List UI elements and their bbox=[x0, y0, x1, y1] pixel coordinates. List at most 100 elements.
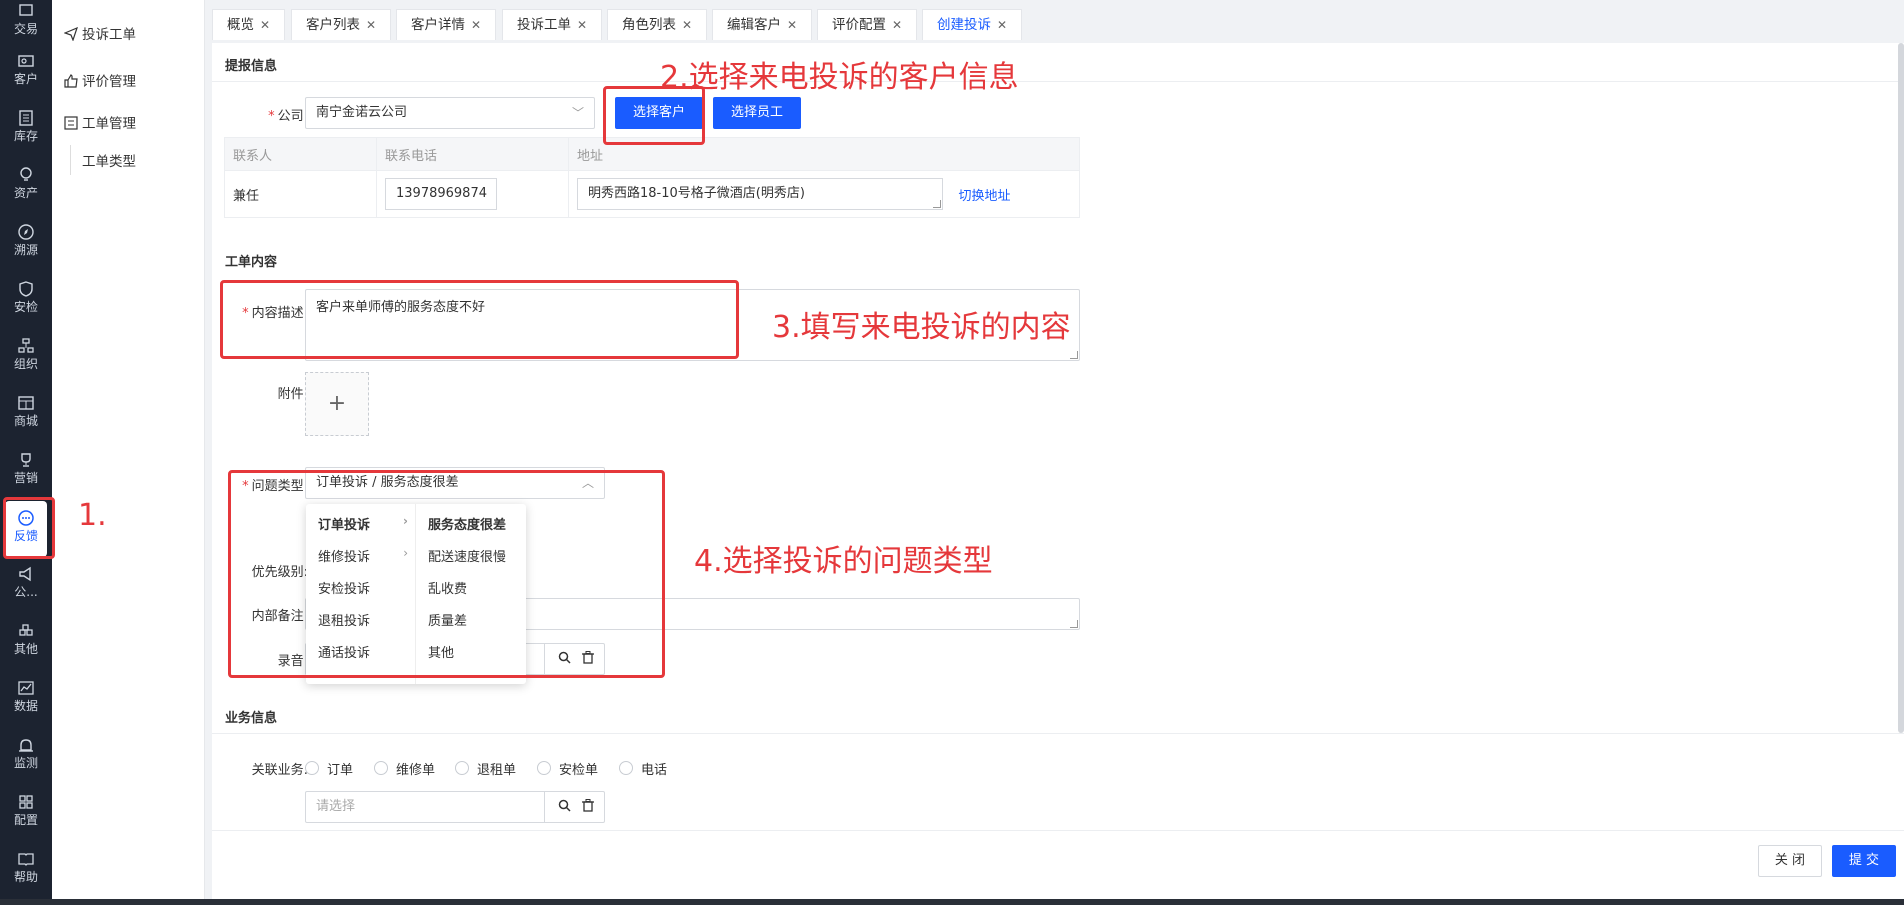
section-title-workorder: 工单内容 bbox=[225, 255, 278, 270]
iconbar-item-org[interactable]: 组织 bbox=[0, 331, 52, 383]
radio-phone[interactable] bbox=[619, 761, 633, 775]
bottom-bar bbox=[0, 899, 1904, 905]
radio-return[interactable] bbox=[455, 761, 469, 775]
iconbar-item-mall[interactable]: 商城 bbox=[0, 388, 52, 440]
close-icon[interactable]: ✕ bbox=[577, 18, 587, 32]
iconbar-item-help[interactable]: 帮助 bbox=[0, 844, 52, 896]
search-icon[interactable] bbox=[552, 792, 576, 822]
iconbar-item-safety[interactable]: 安检 bbox=[0, 274, 52, 326]
submenu-item-evaluation[interactable]: 评价管理 bbox=[64, 71, 136, 93]
iconbar-item-other[interactable]: 其他 bbox=[0, 616, 52, 668]
list-icon bbox=[64, 116, 78, 130]
company-select[interactable]: 南宁金诺云公司 ﹀ bbox=[305, 97, 595, 129]
close-icon[interactable]: ✕ bbox=[892, 18, 902, 32]
iconbar-label: 资产 bbox=[13, 186, 38, 200]
trash-icon[interactable] bbox=[576, 792, 600, 822]
tab-complaint-order[interactable]: 投诉工单 ✕ bbox=[502, 9, 603, 40]
tab-label: 客户列表 bbox=[306, 17, 360, 33]
iconbar-label: 其他 bbox=[13, 642, 38, 656]
tab-evaluation-config[interactable]: 评价配置 ✕ bbox=[817, 9, 918, 40]
select-staff-button[interactable]: 选择员工 bbox=[713, 97, 801, 129]
business-select-input[interactable]: 请选择 bbox=[305, 791, 605, 823]
iconbar-label: 客户 bbox=[13, 72, 38, 86]
submenu-item-workorder-type[interactable]: 工单类型 bbox=[82, 150, 136, 170]
iconbar-label: 营销 bbox=[13, 471, 38, 485]
iconbar-item-data[interactable]: 数据 bbox=[0, 673, 52, 725]
apps-icon bbox=[19, 624, 33, 636]
submenu-item-complaint[interactable]: 投诉工单 bbox=[64, 24, 136, 46]
close-icon[interactable]: ✕ bbox=[471, 18, 481, 32]
radio-order[interactable] bbox=[305, 761, 319, 775]
chart-icon bbox=[18, 681, 34, 695]
submenu-tree-line bbox=[70, 145, 71, 175]
tab-edit-customer[interactable]: 编辑客户 ✕ bbox=[712, 9, 813, 40]
resize-handle[interactable] bbox=[1070, 351, 1078, 359]
org-icon bbox=[18, 338, 34, 353]
contact-phone-input[interactable]: 13978969874 bbox=[385, 178, 497, 210]
resize-handle[interactable] bbox=[1070, 620, 1078, 628]
tab-label: 评价配置 bbox=[832, 17, 886, 33]
submenu-label: 评价管理 bbox=[82, 74, 136, 90]
tab-label: 创建投诉 bbox=[937, 17, 991, 33]
close-icon[interactable]: ✕ bbox=[682, 18, 692, 32]
iconbar-item-stock[interactable]: 库存 bbox=[0, 103, 52, 155]
close-icon[interactable]: ✕ bbox=[260, 18, 270, 32]
section-title-report: 提报信息 bbox=[225, 59, 278, 74]
tab-role-list[interactable]: 角色列表 ✕ bbox=[607, 9, 708, 40]
switch-address-link[interactable]: 切换地址 bbox=[948, 170, 1080, 218]
close-icon[interactable]: ✕ bbox=[787, 18, 797, 32]
radio-label-repair: 维修单 bbox=[396, 763, 436, 778]
tab-label: 角色列表 bbox=[622, 17, 676, 33]
radio-label-order: 订单 bbox=[327, 763, 354, 778]
divider bbox=[212, 830, 1904, 831]
store-icon bbox=[18, 396, 34, 410]
iconbar-label: 监测 bbox=[13, 756, 38, 770]
resize-handle[interactable] bbox=[933, 200, 941, 208]
submenu: 投诉工单 评价管理 工单管理 工单类型 bbox=[52, 0, 205, 905]
close-icon[interactable]: ✕ bbox=[366, 18, 376, 32]
attach-upload-button[interactable]: + bbox=[305, 372, 369, 436]
annotation-step2: 2.选择来电投诉的客户信息 bbox=[660, 60, 1019, 95]
radio-safety[interactable] bbox=[537, 761, 551, 775]
list-doc-icon bbox=[19, 110, 33, 126]
iconbar-item-customer[interactable]: 客户 bbox=[0, 46, 52, 98]
tab-customer-list[interactable]: 客户列表 ✕ bbox=[291, 9, 392, 40]
iconbar-item-trade[interactable]: 交易 bbox=[0, 0, 52, 48]
close-icon[interactable]: ✕ bbox=[997, 18, 1007, 32]
iconbar-label: 交易 bbox=[13, 22, 38, 36]
required-mark: * bbox=[268, 109, 275, 124]
divider bbox=[212, 81, 1904, 82]
contact-phone-cell: 13978969874 bbox=[376, 170, 569, 218]
contact-table: 联系人 联系电话 地址 兼任 13978969874 明秀西路18-10号格子微… bbox=[224, 137, 1080, 218]
annotation-box-step4 bbox=[228, 470, 665, 678]
radio-label-safety: 安检单 bbox=[559, 763, 599, 778]
submenu-label: 工单管理 bbox=[82, 116, 136, 132]
contact-address-cell: 明秀西路18-10号格子微酒店(明秀店) bbox=[568, 170, 949, 218]
annotation-box-step1 bbox=[3, 497, 55, 559]
tab-overview[interactable]: 概览 ✕ bbox=[212, 9, 286, 40]
iconbar-item-asset[interactable]: 资产 bbox=[0, 160, 52, 212]
iconbar-item-monitor[interactable]: 监测 bbox=[0, 730, 52, 782]
iconbar-label: 配置 bbox=[13, 813, 38, 827]
annotation-step4: 4.选择投诉的问题类型 bbox=[694, 544, 993, 579]
radio-repair[interactable] bbox=[374, 761, 388, 775]
close-button[interactable]: 关 闭 bbox=[1758, 845, 1822, 877]
iconbar-label: 库存 bbox=[13, 129, 38, 143]
iconbar-label: 数据 bbox=[13, 699, 38, 713]
contact-address-input[interactable]: 明秀西路18-10号格子微酒店(明秀店) bbox=[577, 178, 943, 210]
iconbar-item-notice[interactable]: 公... bbox=[0, 559, 52, 611]
tab-create-complaint[interactable]: 创建投诉 ✕ bbox=[922, 9, 1023, 40]
column-header-phone: 联系电话 bbox=[376, 137, 569, 171]
submenu-item-workorder[interactable]: 工单管理 bbox=[64, 113, 136, 135]
vertical-scrollbar[interactable] bbox=[1898, 43, 1904, 733]
grid-icon bbox=[19, 795, 33, 809]
iconbar-item-marketing[interactable]: 营销 bbox=[0, 445, 52, 497]
submenu-label: 投诉工单 bbox=[82, 27, 136, 43]
iconbar-item-trace[interactable]: 溯源 bbox=[0, 217, 52, 269]
tab-customer-detail[interactable]: 客户详情 ✕ bbox=[396, 9, 497, 40]
company-value: 南宁金诺云公司 bbox=[316, 105, 408, 120]
submit-button[interactable]: 提 交 bbox=[1832, 845, 1896, 877]
chevron-down-icon: ﹀ bbox=[571, 106, 584, 120]
iconbar-item-config[interactable]: 配置 bbox=[0, 787, 52, 839]
annotation-step1: 1. bbox=[78, 498, 107, 533]
